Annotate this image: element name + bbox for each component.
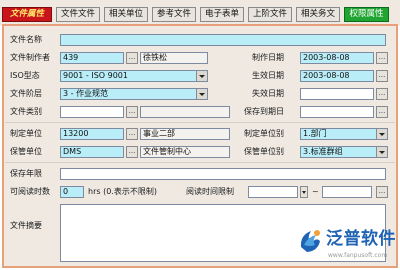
read-limit-to-input[interactable] [322,186,372,198]
author-code-input[interactable]: 439 [60,52,124,64]
effective-date-picker-button[interactable]: ... [376,70,388,82]
brand-name: 泛普软件 [326,229,396,249]
keep-unit-level-value: 3.标准群组 [303,147,343,156]
read-limit-from-dropdown[interactable] [300,186,308,198]
read-limit-picker-button[interactable]: ... [376,186,388,198]
readable-hours-input[interactable]: 0 [60,186,84,198]
tab-permission-properties[interactable]: 权限属性 [344,7,389,22]
readable-hours-hint: hrs (0.表示不限制) [88,187,157,196]
invalid-date-label: 失效日期 [252,89,284,98]
file-category-label: 文件类别 [10,107,42,116]
tab-related-units[interactable]: 相关单位 [104,7,148,22]
made-date-input[interactable]: 2003-08-08 [300,52,374,64]
retention-expiry-input[interactable] [300,106,374,118]
file-level-label: 文件阶层 [10,89,42,98]
author-name-field: 徐铁松 [140,52,208,64]
file-level-select[interactable]: 3 - 作业规范 [60,88,208,100]
read-time-limit-label: 阅读时间限制 [186,187,234,196]
keep-unit-name-field: 文件管制中心 [140,146,230,158]
file-category-name-field [140,106,230,118]
effective-date-input[interactable]: 2003-08-08 [300,70,374,82]
chevron-down-icon[interactable] [376,129,387,139]
make-unit-level-label: 制定单位别 [244,129,284,138]
summary-label: 文件摘要 [10,221,42,230]
invalid-date-picker-button[interactable]: ... [376,88,388,100]
chevron-down-icon[interactable] [376,147,387,157]
make-unit-code-input[interactable]: 13200 [60,128,124,140]
fanpu-logo-icon [300,230,320,252]
chevron-down-icon[interactable] [196,71,207,81]
chevron-down-icon[interactable] [196,89,207,99]
retention-years-input[interactable] [60,168,386,180]
author-label: 文件制作者 [10,53,50,62]
tab-parent-files[interactable]: 上阶文件 [248,7,292,22]
divider [5,162,395,163]
make-unit-level-select[interactable]: 1.部门 [300,128,388,140]
keep-unit-code-input[interactable]: DMS [60,146,124,158]
iso-type-value: 9001 - ISO 9001 [63,71,128,80]
effective-date-label: 生效日期 [252,71,284,80]
make-unit-level-value: 1.部门 [303,129,327,138]
make-unit-label: 制定单位 [10,129,42,138]
invalid-date-input[interactable] [300,88,374,100]
keep-unit-level-label: 保管单位别 [244,147,284,156]
made-date-label: 制作日期 [252,53,284,62]
file-level-value: 3 - 作业规范 [63,89,109,98]
retention-years-label: 保存年限 [10,169,42,178]
keep-unit-lookup-button[interactable]: ... [126,146,138,158]
author-lookup-button[interactable]: ... [126,52,138,64]
divider [5,122,395,123]
iso-type-label: ISO型态 [10,71,40,80]
fanpu-logo: 泛普软件 www.fanpusoft.com [296,225,396,265]
make-unit-lookup-button[interactable]: ... [126,128,138,140]
file-category-code-input[interactable] [60,106,124,118]
file-name-label: 文件名称 [10,35,42,44]
brand-url: www.fanpusoft.com [328,252,388,259]
file-name-input[interactable] [60,34,386,46]
keep-unit-level-select[interactable]: 3.标准群组 [300,146,388,158]
file-category-lookup-button[interactable]: ... [126,106,138,118]
file-properties-window: 文件属性 文件文件 相关单位 参考文件 电子表单 上阶文件 相关务文 权限属性 … [0,0,400,270]
tab-bar: 文件属性 文件文件 相关单位 参考文件 电子表单 上阶文件 相关务文 权限属性 [0,0,400,26]
tab-file-documents[interactable]: 文件文件 [56,7,100,22]
readable-hours-label: 可阅读时数 [10,187,50,196]
keep-unit-label: 保管单位 [10,147,42,156]
read-limit-tilde: ~ [312,187,319,196]
read-limit-from-input[interactable] [248,186,298,198]
tab-reference-files[interactable]: 参考文件 [152,7,196,22]
made-date-picker-button[interactable]: ... [376,52,388,64]
tab-related-tasks[interactable]: 相关务文 [296,7,340,22]
tab-electronic-forms[interactable]: 电子表单 [200,7,244,22]
retention-expiry-picker-button[interactable]: ... [376,106,388,118]
make-unit-name-field: 事业二部 [140,128,230,140]
retention-expiry-label: 保存到期日 [244,107,284,116]
tab-file-properties[interactable]: 文件属性 [2,7,52,22]
iso-type-select[interactable]: 9001 - ISO 9001 [60,70,208,82]
